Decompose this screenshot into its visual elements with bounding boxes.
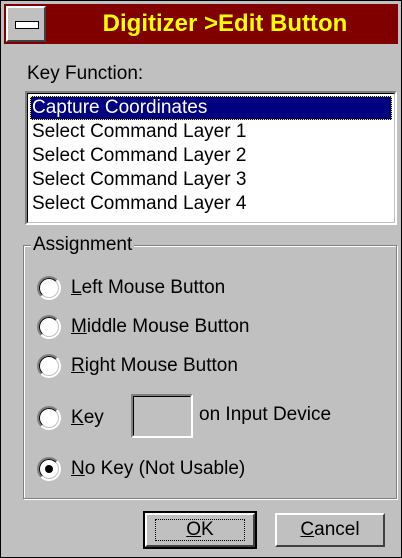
radio-circle-icon[interactable]: [37, 354, 61, 378]
list-item-command-layer-2[interactable]: Select Command Layer 2: [30, 144, 392, 168]
key-function-label: Key Function:: [27, 63, 144, 84]
ok-button[interactable]: OK: [143, 511, 257, 549]
listbox-inner: Capture Coordinates Select Command Layer…: [27, 93, 395, 223]
input-device-label: on Input Device: [199, 404, 332, 425]
radio-circle-icon[interactable]: [37, 315, 61, 339]
assignment-group-title: Assignment: [31, 234, 135, 256]
radio-label-no-key: No Key (Not Usable): [71, 458, 246, 479]
cancel-button[interactable]: Cancel: [275, 513, 385, 547]
list-item-capture-coordinates[interactable]: Capture Coordinates: [30, 96, 392, 120]
key-function-listbox[interactable]: Capture Coordinates Select Command Layer…: [25, 91, 397, 225]
list-item-command-layer-3[interactable]: Select Command Layer 3: [30, 168, 392, 192]
radio-label-key: Key: [71, 407, 104, 428]
system-menu-icon[interactable]: [6, 6, 46, 42]
key-input-value: [133, 396, 191, 436]
key-input-field[interactable]: [131, 394, 193, 438]
radio-circle-icon[interactable]: [37, 406, 61, 430]
list-item-command-layer-1[interactable]: Select Command Layer 1: [30, 120, 392, 144]
radio-label-left-mouse: Left Mouse Button: [71, 277, 226, 298]
focus-rectangle: [155, 519, 245, 541]
radio-circle-icon[interactable]: [37, 457, 61, 481]
radio-label-middle-mouse: Middle Mouse Button: [71, 316, 250, 337]
radio-label-right-mouse: Right Mouse Button: [71, 355, 238, 376]
system-menu-bar: [15, 21, 39, 29]
radio-circle-icon[interactable]: [37, 276, 61, 300]
edit-button-dialog: Digitizer >Edit Button Key Function: Cap…: [0, 0, 402, 558]
window-title: Digitizer >Edit Button: [102, 10, 348, 37]
title-bar[interactable]: Digitizer >Edit Button: [4, 4, 398, 44]
list-item-command-layer-4[interactable]: Select Command Layer 4: [30, 192, 392, 216]
radio-selected-dot-icon: [45, 465, 53, 473]
